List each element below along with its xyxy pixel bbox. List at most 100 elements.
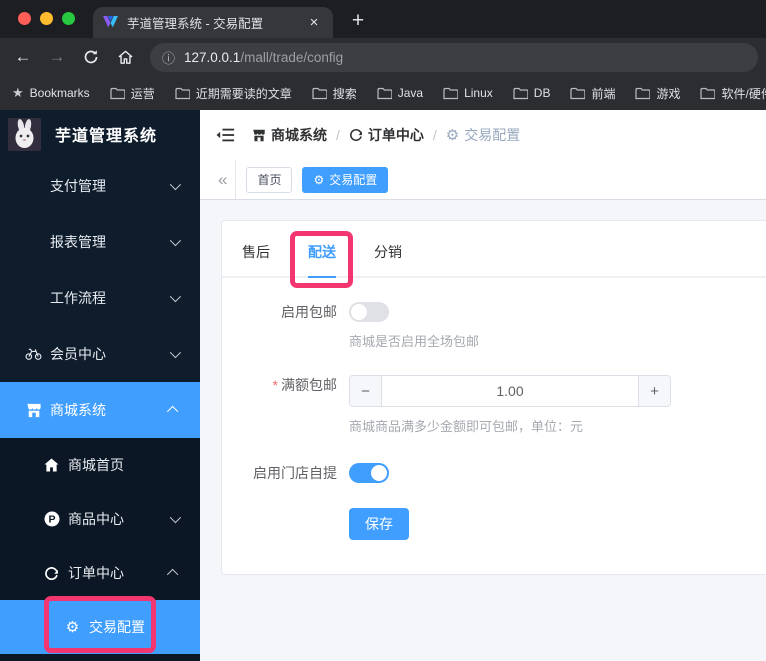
sidebar: 芋道管理系统 支付管理 报表管理 工作流程 xyxy=(0,110,200,661)
bookmark-folder-search[interactable]: 搜索 xyxy=(312,85,357,102)
stepper-decrease-button[interactable]: − xyxy=(350,376,382,406)
tab-close-icon[interactable]: × xyxy=(305,14,323,31)
forward-button[interactable]: → xyxy=(42,42,72,72)
breadcrumb-order-center[interactable]: 订单中心 xyxy=(349,125,424,145)
stepper-increase-button[interactable]: + xyxy=(638,376,670,406)
bookmarks-label: Bookmarks xyxy=(30,86,90,100)
minimize-window-button[interactable] xyxy=(40,12,53,25)
tab-delivery[interactable]: 配送 xyxy=(308,242,336,276)
config-tabs: 售后 配送 分销 xyxy=(222,221,766,278)
bookmark-folder-java[interactable]: Java xyxy=(377,86,423,100)
free-shipping-label: 启用包邮 xyxy=(242,302,349,350)
tab-distribution[interactable]: 分销 xyxy=(374,242,402,276)
breadcrumb-separator: / xyxy=(336,127,340,143)
free-shipping-toggle[interactable] xyxy=(349,302,389,322)
home-icon xyxy=(43,458,60,472)
pickup-label: 启用门店自提 xyxy=(242,463,349,483)
maximize-window-button[interactable] xyxy=(62,12,75,25)
chevron-down-icon xyxy=(170,235,181,246)
bookmarks-manager[interactable]: ★ Bookmarks xyxy=(12,85,90,101)
bookmark-folder-games[interactable]: 游戏 xyxy=(635,85,680,102)
site-info-icon[interactable]: ⓘ xyxy=(162,48,175,67)
bookmark-folder-label: 软件/硬件 xyxy=(721,85,766,102)
bookmarks-bar: ★ Bookmarks 运营 近期需要读的文章 搜索 Java Linux DB xyxy=(0,76,766,110)
new-tab-button[interactable]: + xyxy=(344,7,372,35)
tag-trade-config[interactable]: ⚙ 交易配置 xyxy=(302,167,388,193)
save-button[interactable]: 保存 xyxy=(349,508,409,540)
threshold-stepper: − + xyxy=(349,375,671,407)
address-bar[interactable]: ⓘ 127.0.0.1/mall/trade/config xyxy=(150,43,758,72)
close-window-button[interactable] xyxy=(18,12,31,25)
sidebar-item-label: 报表管理 xyxy=(50,232,106,252)
bookmark-folder-label: 近期需要读的文章 xyxy=(196,85,292,102)
breadcrumb-separator: / xyxy=(433,127,437,143)
reload-button[interactable] xyxy=(76,42,106,72)
home-button[interactable] xyxy=(110,42,140,72)
bookmark-folder-software[interactable]: 软件/硬件 xyxy=(700,85,766,102)
tags-view-bar: « 首页 ⚙ 交易配置 xyxy=(200,160,766,200)
traffic-lights xyxy=(18,12,75,25)
pickup-toggle[interactable] xyxy=(349,463,389,483)
bookmark-folder-db[interactable]: DB xyxy=(513,86,551,100)
back-button[interactable]: ← xyxy=(8,42,38,72)
bookmark-folder-linux[interactable]: Linux xyxy=(443,86,493,100)
tab-aftersale[interactable]: 售后 xyxy=(242,242,270,276)
browser-window: 芋道管理系统 - 交易配置 × + ← → ⓘ 127.0.0.1/mall/t… xyxy=(0,0,766,661)
breadcrumb: 商城系统 / 订单中心 / ⚙ 交易配置 xyxy=(252,125,520,145)
bookmark-folder-articles[interactable]: 近期需要读的文章 xyxy=(175,85,292,102)
bookmark-folder-frontend[interactable]: 前端 xyxy=(570,85,615,102)
tag-home[interactable]: 首页 xyxy=(246,167,292,193)
browser-tab[interactable]: 芋道管理系统 - 交易配置 × xyxy=(93,7,333,38)
top-navbar: 商城系统 / 订单中心 / ⚙ 交易配置 xyxy=(200,110,766,160)
bookmark-folder-label: 游戏 xyxy=(656,85,680,102)
bookmark-folder-yunying[interactable]: 运营 xyxy=(110,85,155,102)
sidebar-item-label: 订单中心 xyxy=(68,563,124,583)
save-row: 保存 xyxy=(242,508,766,540)
hamburger-icon[interactable] xyxy=(216,126,236,144)
sidebar-item-member-center[interactable]: 会员中心 xyxy=(0,326,200,382)
breadcrumb-trade-config: ⚙ 交易配置 xyxy=(446,125,520,145)
bookmark-folder-label: 运营 xyxy=(131,85,155,102)
delivery-form: 启用包邮 商城是否启用全场包邮 *满额包邮 − xyxy=(222,302,766,540)
svg-text:P: P xyxy=(48,514,55,526)
main-area: 商城系统 / 订单中心 / ⚙ 交易配置 xyxy=(200,110,766,661)
bicycle-icon xyxy=(25,347,42,361)
sidebar-item-payment[interactable]: 支付管理 xyxy=(0,158,200,214)
sidebar-item-mall-system[interactable]: 商城系统 xyxy=(0,382,200,438)
sidebar-item-label: 工作流程 xyxy=(50,288,106,308)
sidebar-logo: 芋道管理系统 xyxy=(0,110,200,158)
chevron-down-icon xyxy=(170,179,181,190)
config-card: 售后 配送 分销 启用包邮 xyxy=(221,220,766,575)
order-refresh-icon xyxy=(43,566,60,581)
store-icon xyxy=(25,403,42,418)
chevron-up-icon xyxy=(167,406,178,417)
threshold-row: *满额包邮 − + 商城商品满多少金额即可包邮，单位：元 xyxy=(242,375,766,435)
sidebar-item-trade-config[interactable]: ⚙ 交易配置 xyxy=(0,600,200,654)
collapse-tags-icon[interactable]: « xyxy=(210,160,236,199)
content-area: 售后 配送 分销 启用包邮 xyxy=(200,200,766,661)
app-title: 芋道管理系统 xyxy=(55,122,157,146)
sidebar-item-order-center[interactable]: 订单中心 xyxy=(0,546,200,600)
sidebar-item-mall-home[interactable]: 商城首页 xyxy=(0,438,200,492)
sidebar-item-label: 交易配置 xyxy=(89,617,145,637)
tab-strip: 芋道管理系统 - 交易配置 × + xyxy=(0,0,766,38)
pickup-row: 启用门店自提 xyxy=(242,463,766,483)
breadcrumb-label: 商城系统 xyxy=(271,125,327,145)
sidebar-item-workflow[interactable]: 工作流程 xyxy=(0,270,200,326)
breadcrumb-label: 交易配置 xyxy=(464,125,520,145)
url-host: 127.0.0.1 xyxy=(184,50,240,65)
sidebar-item-product-center[interactable]: P 商品中心 xyxy=(0,492,200,546)
sidebar-submenu: 商城首页 P 商品中心 xyxy=(0,438,200,661)
avatar xyxy=(8,118,41,151)
breadcrumb-mall-system[interactable]: 商城系统 xyxy=(252,125,327,145)
sidebar-item-label: 商品中心 xyxy=(68,509,124,529)
threshold-input[interactable] xyxy=(382,376,638,406)
tab-label: 分销 xyxy=(374,244,402,260)
sidebar-item-label: 支付管理 xyxy=(50,176,106,196)
star-icon: ★ xyxy=(12,85,24,101)
url-text: 127.0.0.1/mall/trade/config xyxy=(184,50,343,65)
tab-title: 芋道管理系统 - 交易配置 xyxy=(127,13,305,32)
chevron-down-icon xyxy=(170,347,181,358)
sidebar-item-report[interactable]: 报表管理 xyxy=(0,214,200,270)
bookmark-folder-label: 前端 xyxy=(591,85,615,102)
